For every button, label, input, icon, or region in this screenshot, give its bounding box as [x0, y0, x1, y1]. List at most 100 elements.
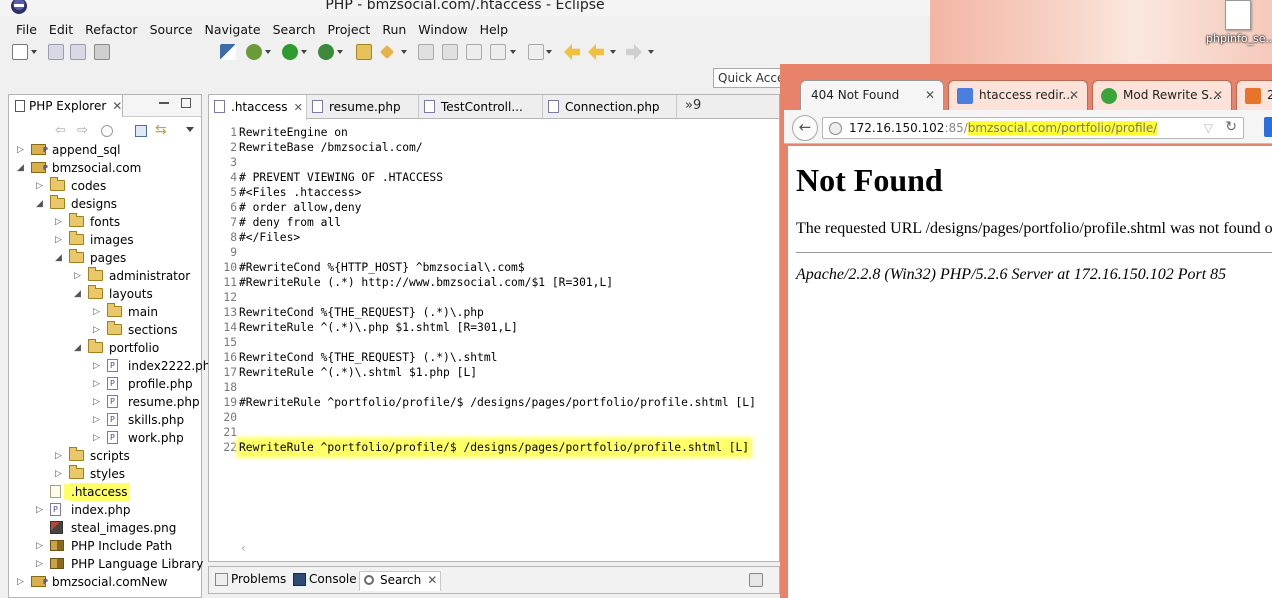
run-dropdown-icon[interactable]: [301, 50, 307, 54]
run-icon[interactable]: [282, 44, 298, 60]
tab-connection-php[interactable]: Connection.php: [543, 95, 677, 119]
tree-item[interactable]: ▷ append_sql: [9, 141, 201, 159]
collapsed-arrow-icon[interactable]: ▷: [93, 393, 100, 411]
breakpoint-icon[interactable]: [220, 44, 236, 60]
tree-item[interactable]: ▷ main: [9, 303, 201, 321]
tree-item[interactable]: ▷ codes: [9, 177, 201, 195]
back-dropdown-icon[interactable]: [610, 50, 616, 54]
forward-arrow-icon[interactable]: [626, 44, 642, 60]
tree-item[interactable]: ▷ scripts: [9, 447, 201, 465]
tree-item[interactable]: ◢ pages: [9, 249, 201, 267]
menu-refactor[interactable]: Refactor: [79, 20, 143, 39]
tree-item[interactable]: ▷ skills.php: [9, 411, 201, 429]
toggle-icon[interactable]: [418, 44, 434, 60]
next-annotation-dropdown-icon[interactable]: [546, 50, 552, 54]
tree-item[interactable]: ▷ fonts: [9, 213, 201, 231]
expanded-arrow-icon[interactable]: ◢: [74, 285, 81, 303]
open-folder-icon[interactable]: [356, 44, 372, 60]
page-info-icon[interactable]: [829, 122, 842, 135]
close-tab-icon[interactable]: ✕: [925, 88, 935, 102]
external-tools-icon[interactable]: [318, 44, 334, 60]
collapsed-arrow-icon[interactable]: ▷: [36, 555, 43, 573]
scroll-left-icon[interactable]: ‹: [241, 541, 246, 555]
address-bar[interactable]: 172.16.150.102:85/bmzsocial.com/portfoli…: [822, 117, 1244, 139]
close-tab-icon[interactable]: ✕: [1069, 88, 1079, 102]
annotation-dropdown-icon[interactable]: [510, 50, 516, 54]
collapsed-arrow-icon[interactable]: ▷: [55, 465, 62, 483]
tree-item[interactable]: ◢ designs: [9, 195, 201, 213]
close-icon[interactable]: ✕: [112, 99, 122, 113]
view-menu-icon[interactable]: [186, 127, 194, 132]
menu-navigate[interactable]: Navigate: [199, 20, 267, 39]
menu-window[interactable]: Window: [412, 20, 473, 39]
collapsed-arrow-icon[interactable]: ▷: [93, 303, 100, 321]
tree-item[interactable]: ▷ index.php: [9, 501, 201, 519]
tree-item[interactable]: ◢ layouts: [9, 285, 201, 303]
external-tools-dropdown-icon[interactable]: [337, 50, 343, 54]
tree-item[interactable]: steal_images.png: [9, 519, 201, 537]
tab-htaccess[interactable]: .htaccess ✕: [209, 95, 307, 120]
back-button[interactable]: ←: [792, 115, 818, 141]
browser-tab-extra[interactable]: 2: [1236, 80, 1272, 110]
collapsed-arrow-icon[interactable]: ▷: [93, 357, 100, 375]
new-dropdown-icon[interactable]: [31, 50, 37, 54]
collapsed-arrow-icon[interactable]: ▷: [93, 321, 100, 339]
collapsed-arrow-icon[interactable]: ▷: [36, 501, 43, 519]
last-edit-icon[interactable]: [564, 44, 580, 60]
tree-item[interactable]: ▷ administrator: [9, 267, 201, 285]
tab-php-explorer[interactable]: PHP Explorer ✕: [9, 95, 123, 117]
tab-problems[interactable]: Problems: [211, 571, 290, 591]
menu-edit[interactable]: Edit: [43, 20, 79, 39]
extension-icon[interactable]: [1264, 117, 1272, 137]
collapsed-arrow-icon[interactable]: ▷: [17, 573, 24, 591]
tree-item[interactable]: ▷ images: [9, 231, 201, 249]
collapsed-arrow-icon[interactable]: ▷: [93, 411, 100, 429]
collapsed-arrow-icon[interactable]: ▷: [93, 375, 100, 393]
browser-tab-htaccess[interactable]: htaccess redir... ✕: [948, 80, 1088, 110]
pencil-dropdown-icon[interactable]: [401, 50, 407, 54]
expanded-arrow-icon[interactable]: ◢: [74, 339, 81, 357]
reload-icon[interactable]: ↻: [1225, 119, 1237, 135]
forward-dropdown-icon[interactable]: [648, 50, 654, 54]
tree-item[interactable]: ◢ portfolio: [9, 339, 201, 357]
whitespace-icon[interactable]: [490, 44, 506, 60]
browser-tab-404[interactable]: 404 Not Found ✕: [800, 80, 944, 110]
expanded-arrow-icon[interactable]: ◢: [17, 159, 24, 177]
menu-search[interactable]: Search: [267, 20, 322, 39]
debug-dropdown-icon[interactable]: [265, 50, 271, 54]
collapsed-arrow-icon[interactable]: ▷: [55, 447, 62, 465]
tree-item[interactable]: ▷ profile.php: [9, 375, 201, 393]
horizontal-scrollbar[interactable]: ‹: [239, 541, 777, 557]
collapsed-arrow-icon[interactable]: ▷: [36, 177, 43, 195]
panel-menu-icon[interactable]: [749, 573, 763, 587]
tree-item[interactable]: ▷ index2222.php: [9, 357, 218, 375]
tab-overflow-button[interactable]: »9: [685, 98, 701, 113]
tree-item[interactable]: ▷ work.php: [9, 429, 201, 447]
expanded-arrow-icon[interactable]: ◢: [36, 195, 43, 213]
tree-item[interactable]: ▷ bmzsocial.comNew: [9, 573, 201, 591]
collapsed-arrow-icon[interactable]: ▷: [17, 141, 24, 159]
tab-search[interactable]: Search ✕: [359, 571, 441, 591]
collapse-all-icon[interactable]: [135, 125, 147, 137]
menu-project[interactable]: Project: [322, 20, 377, 39]
collapsed-arrow-icon[interactable]: ▷: [74, 267, 81, 285]
menu-run[interactable]: Run: [376, 20, 412, 39]
tree-item[interactable]: ▷ resume.php: [9, 393, 201, 411]
tree-item[interactable]: ▷ styles: [9, 465, 201, 483]
print-icon[interactable]: [94, 44, 110, 60]
close-icon[interactable]: ✕: [427, 573, 437, 587]
minimize-icon[interactable]: [159, 102, 169, 104]
new-icon[interactable]: [12, 44, 28, 60]
block-icon[interactable]: [466, 44, 482, 60]
tree-item[interactable]: ▷ sections: [9, 321, 201, 339]
collapsed-arrow-icon[interactable]: ▷: [93, 429, 100, 447]
close-tab-icon[interactable]: ✕: [1213, 88, 1223, 102]
menu-source[interactable]: Source: [144, 20, 199, 39]
menu-file[interactable]: File: [10, 20, 43, 39]
tab-console[interactable]: Console: [289, 571, 361, 591]
code-editor[interactable]: 1 RewriteEngine on 2 RewriteBase /bmzsocial…: [209, 121, 779, 551]
collapsed-arrow-icon[interactable]: ▷: [55, 231, 62, 249]
tab-resume-php[interactable]: resume.php: [307, 95, 419, 119]
next-annotation-icon[interactable]: [528, 44, 544, 60]
forward-icon[interactable]: ⇨: [77, 123, 88, 138]
